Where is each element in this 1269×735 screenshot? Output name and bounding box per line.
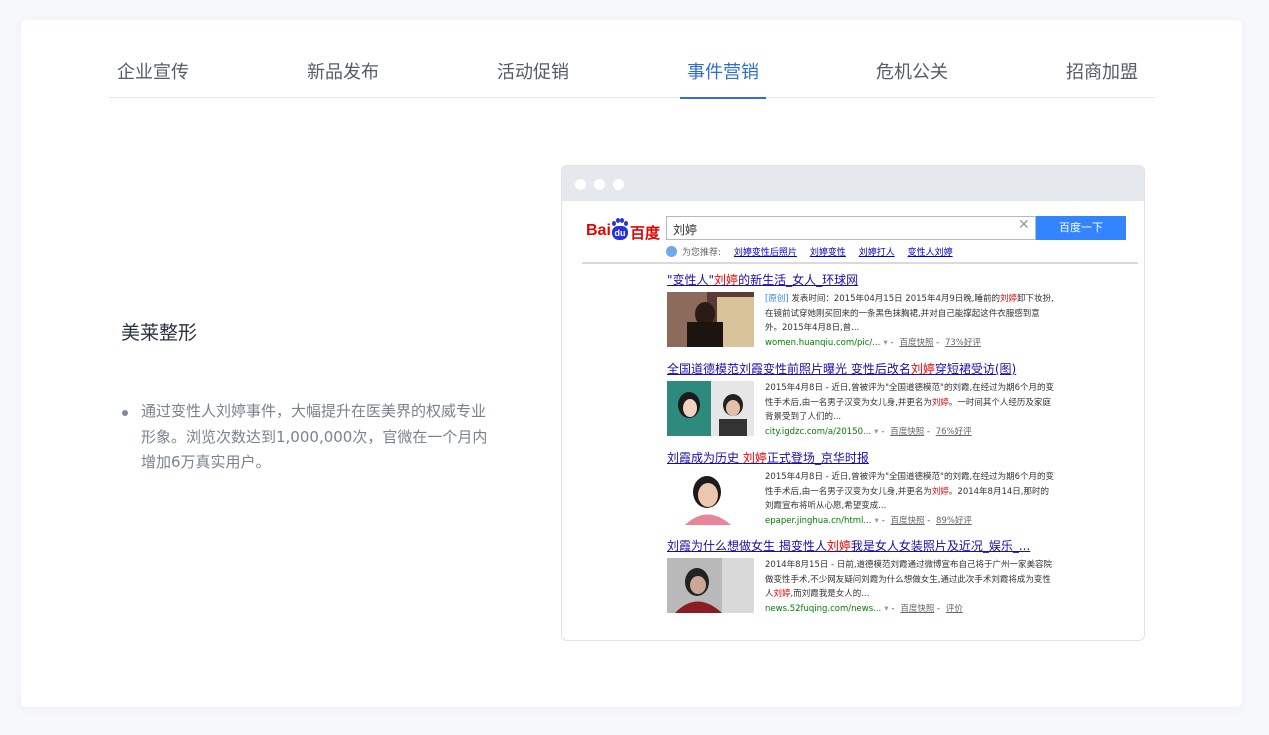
- baidu-header: Bai du 百度 刘婷 ✕ 百度一下 为您推荐: 刘婷变性后照片 刘婷变性 刘…: [562, 201, 1144, 263]
- search-result: "变性人"刘婷的新生活_女人_环球网 [原创] 发表时间：2015年04月15日…: [667, 272, 1127, 348]
- suggestion-link[interactable]: 刘婷变性: [810, 248, 846, 258]
- result-source: women.huanqiu.com/pic/... ▾ - 百度快照 - 73%好评: [765, 338, 981, 348]
- result-title-link[interactable]: 全国道德模范刘霞变性前照片曝光 变性后改名刘婷穿短裙受访(图): [667, 361, 1127, 377]
- result-source: news.52fuqing.com/news... ▾ - 百度快照 - 评价: [765, 604, 963, 614]
- tab-product-launch[interactable]: 新品发布: [307, 58, 379, 98]
- result-abstract: 2015年4月8日 - 近日,曾被评为"全国道德模范"的刘霞,在经过为期6个月的…: [765, 383, 1055, 422]
- suggestion-link[interactable]: 刘婷变性后照片: [734, 248, 797, 258]
- result-abstract: [原创] 发表时间：2015年04月15日 2015年4月9日晚,睡前的刘婷卸下…: [765, 294, 1054, 333]
- logo-text-cn: 百度: [630, 225, 661, 242]
- search-suggestions: 为您推荐: 刘婷变性后照片 刘婷变性 刘婷打人 变性人刘婷: [666, 245, 953, 258]
- cache-link[interactable]: 百度快照: [899, 338, 933, 348]
- result-abstract: 2014年8月15日 - 日前,道德模范刘霞通过微博宣布自己将于广州一家美容院做…: [765, 560, 1053, 599]
- rating-link[interactable]: 89%好评: [936, 516, 972, 526]
- case-description: 通过变性人刘婷事件，大幅提升在医美界的权威专业形象。浏览次数达到1,000,00…: [121, 399, 491, 476]
- result-title-link[interactable]: 刘霞为什么想做女生 揭变性人刘婷我是女人女装照片及近况_娱乐_...: [667, 538, 1127, 554]
- cache-link[interactable]: 百度快照: [900, 604, 934, 614]
- result-source: city.igdzc.com/a/20150... ▾ - 百度快照 - 76%好评: [765, 427, 972, 437]
- divider: [582, 262, 1138, 264]
- search-input[interactable]: 刘婷: [666, 216, 1036, 240]
- window-dot-icon: [613, 179, 624, 190]
- search-button[interactable]: 百度一下: [1036, 216, 1126, 240]
- rating-link[interactable]: 73%好评: [945, 338, 981, 348]
- search-result: 刘霞为什么想做女生 揭变性人刘婷我是女人女装照片及近况_娱乐_... 2014年…: [667, 538, 1127, 614]
- result-abstract: 2015年4月8日 - 近日,曾被评为"全国道德模范"的刘霞,在经过为期6个月的…: [765, 472, 1055, 511]
- rating-link[interactable]: 76%好评: [936, 427, 972, 437]
- cache-link[interactable]: 百度快照: [890, 427, 924, 437]
- paw-icon: [612, 218, 628, 226]
- content-card: 企业宣传 新品发布 活动促销 事件营销 危机公关 招商加盟 美莱整形 通过变性人…: [21, 20, 1242, 707]
- result-title-link[interactable]: "变性人"刘婷的新生活_女人_环球网: [667, 272, 1127, 288]
- logo-text-du: du: [612, 226, 628, 240]
- bullet-icon: [122, 410, 128, 416]
- suggest-label: 为您推荐:: [682, 248, 722, 258]
- suggestion-link[interactable]: 刘婷打人: [859, 248, 895, 258]
- result-thumbnail[interactable]: [667, 470, 754, 525]
- browser-mockup: Bai du 百度 刘婷 ✕ 百度一下 为您推荐: 刘婷变性后照片 刘婷变性 刘…: [561, 165, 1145, 641]
- browser-titlebar: [562, 166, 1144, 201]
- result-title-link[interactable]: 刘霞成为历史 刘婷正式登场_京华时报: [667, 450, 1127, 466]
- search-result: 刘霞成为历史 刘婷正式登场_京华时报 2015年4月8日 - 近日,曾被评为"全…: [667, 450, 1127, 526]
- window-dot-icon: [594, 179, 605, 190]
- close-icon[interactable]: ✕: [1018, 217, 1030, 233]
- result-source: epaper.jinghua.cn/html... ▾ - 百度快照 - 89%好评: [765, 516, 972, 526]
- baidu-logo: Bai du 百度: [586, 218, 660, 244]
- tab-event-promotion[interactable]: 活动促销: [497, 58, 569, 98]
- window-dot-icon: [575, 179, 586, 190]
- search-result: 全国道德模范刘霞变性前照片曝光 变性后改名刘婷穿短裙受访(图) 2015年4月8…: [667, 361, 1127, 437]
- tab-event-marketing[interactable]: 事件营销: [680, 58, 766, 99]
- result-thumbnail[interactable]: [667, 381, 754, 436]
- logo-text-bai: Bai: [586, 222, 611, 239]
- suggest-icon: [666, 246, 677, 257]
- cache-link[interactable]: 百度快照: [891, 516, 925, 526]
- case-title: 美莱整形: [121, 322, 198, 344]
- tab-corporate-promotion[interactable]: 企业宣传: [117, 58, 189, 98]
- result-thumbnail[interactable]: [667, 292, 754, 347]
- result-thumbnail[interactable]: [667, 558, 754, 613]
- case-description-text: 通过变性人刘婷事件，大幅提升在医美界的权威专业形象。浏览次数达到1,000,00…: [141, 402, 488, 471]
- rating-link[interactable]: 评价: [946, 604, 963, 614]
- case-tabs: 企业宣传 新品发布 活动促销 事件营销 危机公关 招商加盟: [109, 46, 1155, 99]
- tab-crisis-pr[interactable]: 危机公关: [876, 58, 948, 98]
- suggestion-link[interactable]: 变性人刘婷: [908, 248, 953, 258]
- tab-franchise[interactable]: 招商加盟: [1066, 58, 1138, 98]
